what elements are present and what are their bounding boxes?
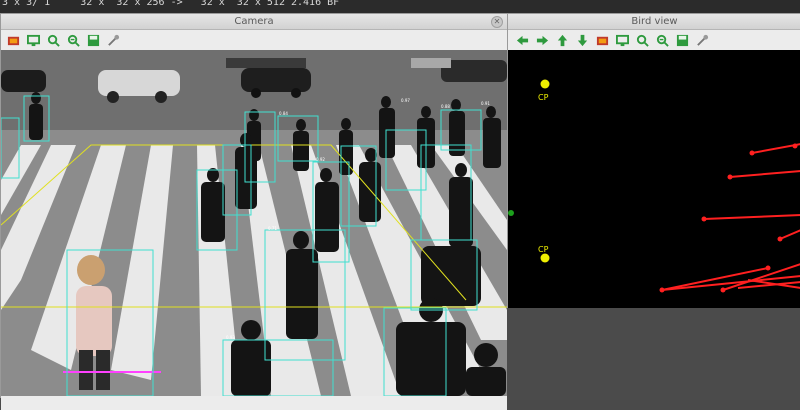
desktop-background (507, 308, 800, 400)
bird-view-window-title: Bird view (631, 16, 678, 27)
camera-window-title: Camera (234, 16, 274, 27)
arrow-down-icon[interactable] (572, 31, 592, 49)
svg-text:0.97: 0.97 (401, 98, 410, 103)
arrow-right-icon[interactable] (532, 31, 552, 49)
bird-view-window: Bird view CP CP (507, 13, 800, 309)
terminal-output: 3 x 3/ 1 32 x 32 x 256 -> 32 x 32 x 512 … (0, 0, 800, 14)
cp-label: CP (538, 245, 549, 254)
screenshot-icon[interactable] (23, 31, 43, 49)
bird-view-toolbar (508, 30, 800, 51)
save-icon[interactable] (83, 31, 103, 49)
bird-view-titlebar[interactable]: Bird view (508, 14, 800, 30)
image-icon[interactable] (3, 31, 23, 49)
green-marker (508, 210, 514, 216)
camera-titlebar[interactable]: Camera ✕ (1, 14, 507, 30)
calibration-point (540, 79, 550, 89)
save-icon[interactable] (672, 31, 692, 49)
screenshot-icon[interactable] (612, 31, 632, 49)
svg-text:0.93: 0.93 (226, 335, 235, 340)
zoom-in-icon[interactable] (43, 31, 63, 49)
image-icon[interactable] (592, 31, 612, 49)
zoom-out-icon[interactable] (63, 31, 83, 49)
svg-text:0.71: 0.71 (268, 226, 277, 231)
car (411, 58, 451, 68)
svg-text:0.91: 0.91 (481, 101, 490, 106)
svg-text:0.84: 0.84 (279, 111, 288, 116)
calibration-point (540, 253, 550, 263)
properties-icon[interactable] (692, 31, 712, 49)
camera-status-strip (1, 396, 507, 410)
camera-window: Camera ✕ 0.84 0.97 0.71 0.93 0.88 0.91 0… (0, 13, 508, 410)
svg-text:0.92: 0.92 (316, 157, 325, 162)
camera-toolbar (1, 30, 507, 51)
zoom-out-icon[interactable] (652, 31, 672, 49)
car (226, 58, 306, 68)
camera-canvas: 0.84 0.97 0.71 0.93 0.88 0.91 0.92 (1, 50, 507, 396)
arrow-up-icon[interactable] (552, 31, 572, 49)
terminal-line: 3 x 3/ 1 32 x 32 x 256 -> 32 x 32 x 512 … (2, 0, 340, 8)
svg-text:0.88: 0.88 (441, 104, 450, 109)
close-icon[interactable]: ✕ (491, 16, 503, 28)
car (1, 70, 46, 92)
properties-icon[interactable] (103, 31, 123, 49)
arrow-left-icon[interactable] (512, 31, 532, 49)
cp-label: CP (538, 93, 549, 102)
bird-view-canvas: CP CP (508, 50, 800, 308)
zoom-in-icon[interactable] (632, 31, 652, 49)
